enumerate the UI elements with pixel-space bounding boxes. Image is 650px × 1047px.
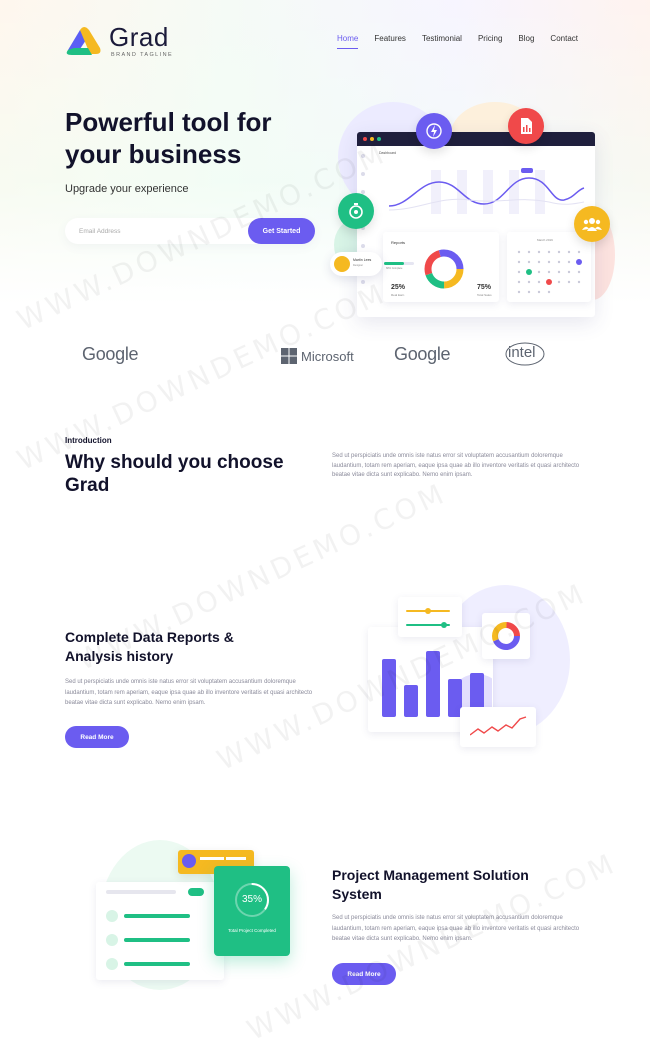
intro-eyebrow: Introduction xyxy=(65,436,112,445)
hero-title: Powerful tool for your business xyxy=(65,107,272,169)
reports-label: Reports xyxy=(391,240,406,245)
logo[interactable]: Grad BRAND TAGLINE xyxy=(64,22,184,62)
email-signup: Get Started xyxy=(65,218,315,244)
brand-microsoft: Microsoft xyxy=(281,348,354,364)
reports-donut xyxy=(424,249,464,289)
nav-home[interactable]: Home xyxy=(329,34,366,49)
calendar-card: March 2019 xyxy=(507,232,591,302)
microsoft-logo-icon xyxy=(281,348,297,364)
line-chart xyxy=(388,168,585,214)
user-card-avatar xyxy=(182,854,196,868)
brand-microsoft-label: Microsoft xyxy=(301,348,354,364)
sliders-icon xyxy=(406,608,450,628)
window-dot-green xyxy=(377,137,381,141)
team-icon xyxy=(574,206,610,242)
main-nav: Home Features Testimonial Pricing Blog C… xyxy=(329,34,586,49)
intro-title: Why should you choose Grad xyxy=(65,452,284,496)
progress-track xyxy=(384,262,414,265)
tasks-card xyxy=(96,882,224,980)
hero-subtitle: Upgrade your experience xyxy=(65,183,189,195)
brand-google-1: Google xyxy=(82,344,139,364)
completion-value: 35% xyxy=(241,894,262,905)
avatar xyxy=(334,256,350,272)
task-avatar-3 xyxy=(106,958,118,970)
user-card-line-2 xyxy=(226,857,246,860)
brand-intel: intel xyxy=(505,342,545,366)
nav-blog[interactable]: Blog xyxy=(510,34,542,43)
dashboard-window: Dashboard Reports 25% Real Earn 75% Tota… xyxy=(357,132,595,317)
completion-card: 35% Total Project Completed xyxy=(214,866,290,956)
progress-label: 68% Complete xyxy=(386,267,403,270)
brand-google-2: Google xyxy=(394,344,451,364)
trend-card xyxy=(460,707,536,747)
logo-tagline: BRAND TAGLINE xyxy=(111,52,174,58)
logo-text: Grad xyxy=(109,22,169,52)
stat-right: 75% xyxy=(477,284,492,291)
feature1-title: Complete Data Reports & Analysis history xyxy=(65,629,234,664)
task-avatar-1 xyxy=(106,910,118,922)
window-dot-yellow xyxy=(370,137,374,141)
progress-fill xyxy=(384,262,405,265)
task-progress-2 xyxy=(124,938,190,942)
brand-logos: Google Microsoft Google intel xyxy=(0,340,650,370)
nav-pricing[interactable]: Pricing xyxy=(470,34,510,43)
calendar-label: March 2019 xyxy=(537,238,553,242)
task-avatar-2 xyxy=(106,934,118,946)
task-progress-1 xyxy=(124,914,190,918)
document-icon xyxy=(508,108,544,144)
toggle-switch[interactable] xyxy=(188,888,204,896)
window-dot-red xyxy=(363,137,367,141)
email-input[interactable] xyxy=(79,218,239,244)
timer-icon xyxy=(338,193,374,229)
trend-line-icon xyxy=(470,716,527,736)
task-progress-3 xyxy=(124,962,190,966)
dashboard-titlebar xyxy=(357,132,595,146)
intro-text: Sed ut perspiciatis unde omnis iste natu… xyxy=(332,453,580,478)
stat-right-label: Total Sales xyxy=(477,293,492,297)
profile-role: Designer xyxy=(353,264,364,267)
profile-name: Martin Lees xyxy=(353,258,372,262)
lightning-icon xyxy=(416,113,452,149)
feature2-title: Project Management Solution System xyxy=(332,867,529,902)
stat-left: 25% xyxy=(391,284,406,291)
dashboard-illustration: Dashboard Reports 25% Real Earn 75% Tota… xyxy=(330,100,620,325)
get-started-button[interactable]: Get Started xyxy=(248,218,315,244)
nav-contact[interactable]: Contact xyxy=(542,34,586,43)
calendar-grid xyxy=(517,250,582,294)
donut-card xyxy=(482,613,530,659)
donut-chart-icon xyxy=(492,622,520,650)
nav-testimonial[interactable]: Testimonial xyxy=(414,34,470,43)
nav-features[interactable]: Features xyxy=(366,34,414,43)
intel-swoosh-icon xyxy=(505,342,545,366)
sliders-card xyxy=(398,597,462,637)
data-reports-illustration xyxy=(360,585,580,760)
task-header-bar xyxy=(106,890,176,894)
project-management-illustration: 35% Total Project Completed xyxy=(80,830,310,1010)
feature1-text: Sed ut perspiciatis unde omnis iste natu… xyxy=(65,679,313,706)
logo-mark-icon xyxy=(66,27,101,55)
dashboard-title: Dashboard xyxy=(379,151,397,155)
feature1-read-more-button[interactable]: Read More xyxy=(65,726,129,748)
profile-chip: Martin Lees Designer xyxy=(330,252,382,276)
stat-left-label: Real Earn xyxy=(391,293,405,297)
user-card-line xyxy=(200,857,224,860)
feature2-text: Sed ut perspiciatis unde omnis iste natu… xyxy=(332,915,580,942)
completion-label: Total Project Completed xyxy=(228,928,276,933)
feature2-read-more-button[interactable]: Read More xyxy=(332,963,396,985)
